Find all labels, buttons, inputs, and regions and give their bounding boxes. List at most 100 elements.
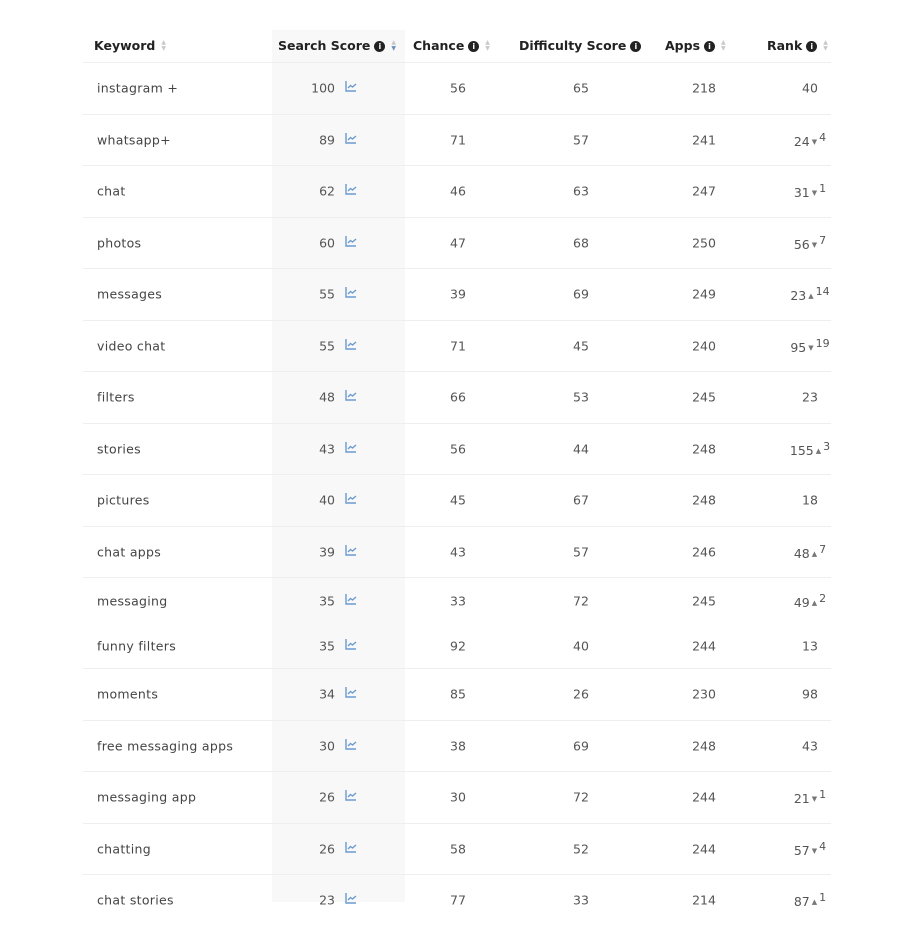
keyword-cell[interactable]: free messaging apps	[97, 738, 233, 753]
keyword-cell[interactable]: video chat	[97, 338, 165, 353]
line-chart-icon[interactable]	[345, 738, 357, 753]
sort-icon[interactable]: ▲ ▼	[391, 40, 396, 52]
chance-cell: 30	[450, 789, 466, 805]
keyword-cell[interactable]: messaging app	[97, 790, 196, 805]
line-chart-icon[interactable]	[345, 338, 357, 353]
rank-down-icon: ▼	[811, 240, 818, 249]
search-score-cell: 62	[319, 183, 335, 199]
chance-cell: 33	[450, 593, 466, 608]
line-chart-icon[interactable]	[345, 81, 357, 95]
keyword-cell[interactable]: chat	[97, 184, 126, 199]
header-difficulty-score[interactable]: Difficulty Score i	[519, 30, 642, 62]
line-chart-icon[interactable]	[345, 841, 357, 856]
sort-icon[interactable]: ▲ ▼	[721, 40, 726, 52]
table-row[interactable]: free messaging apps 30 38 69 248 43	[83, 719, 831, 772]
line-chart-icon[interactable]	[345, 441, 357, 456]
keyword-cell[interactable]: photos	[97, 235, 141, 250]
line-chart-icon[interactable]	[345, 687, 357, 701]
rank-value: 87	[793, 894, 810, 910]
search-score-cell: 34	[319, 686, 335, 702]
chance-cell: 38	[450, 738, 466, 754]
table-row[interactable]: chat apps 39 43 57 246 48 ▲ 7	[83, 525, 831, 578]
table-row[interactable]: chat 62 46 63 247 31 ▼ 1	[83, 165, 831, 217]
search-score-cell: 60	[319, 235, 335, 251]
header-chance[interactable]: Chance i ▲ ▼	[413, 30, 490, 62]
table-row[interactable]: photos 60 47 68 250 56 ▼ 7	[83, 216, 831, 269]
keyword-cell[interactable]: chat apps	[97, 544, 161, 559]
keyword-cell[interactable]: filters	[97, 390, 135, 405]
info-icon[interactable]: i	[806, 40, 818, 52]
table-row[interactable]: chatting 26 58 52 244 57 ▼ 4	[83, 822, 831, 875]
chance-cell: 85	[450, 686, 466, 702]
rank-value: 24	[793, 133, 810, 149]
chance-cell: 92	[450, 638, 466, 653]
chance-cell: 56	[450, 441, 466, 457]
rank-value: 31	[793, 185, 810, 201]
line-chart-icon[interactable]	[345, 132, 357, 147]
rank-value: 18	[802, 492, 818, 508]
apps-cell: 248	[692, 738, 716, 754]
line-chart-icon[interactable]	[345, 893, 357, 907]
chance-cell: 58	[450, 841, 466, 857]
table-row[interactable]: pictures 40 45 67 248 18	[83, 474, 831, 526]
rank-cell: 57 ▼ 4	[780, 840, 840, 858]
table-row[interactable]: filters 48 66 53 245 23	[83, 371, 831, 423]
rank-cell: 18	[780, 493, 840, 508]
keyword-cell[interactable]: pictures	[97, 493, 150, 508]
keyword-cell[interactable]: whatsapp+	[97, 132, 171, 147]
line-chart-icon[interactable]	[345, 790, 357, 804]
table-row[interactable]: whatsapp+ 89 71 57 241 24 ▼ 4	[83, 113, 831, 166]
header-apps[interactable]: Apps i ▲ ▼	[665, 30, 726, 62]
table-row[interactable]: video chat 55 71 45 240 95 ▼ 19	[83, 319, 831, 372]
line-chart-icon[interactable]	[345, 287, 357, 301]
keyword-cell[interactable]: instagram +	[97, 81, 178, 96]
rank-up-icon: ▲	[811, 898, 818, 907]
keyword-cell[interactable]: chat stories	[97, 893, 174, 908]
keyword-cell[interactable]: stories	[97, 441, 141, 456]
header-rank[interactable]: Rank i ▲ ▼	[767, 30, 828, 62]
line-chart-icon[interactable]	[345, 493, 357, 507]
line-chart-icon[interactable]	[345, 390, 357, 404]
info-icon[interactable]: i	[704, 40, 716, 52]
table-row[interactable]: moments 34 85 26 230 98	[83, 668, 831, 720]
search-score-cell: 26	[319, 789, 335, 805]
table-row[interactable]: messaging app 26 30 72 244 21 ▼ 1	[83, 771, 831, 823]
sort-icon[interactable]: ▲ ▼	[485, 40, 490, 52]
header-search-score[interactable]: Search Score i ▲ ▼	[278, 30, 396, 62]
line-chart-icon[interactable]	[345, 593, 357, 608]
line-chart-icon[interactable]	[345, 235, 357, 250]
line-chart-icon[interactable]	[345, 184, 357, 198]
table-row[interactable]: instagram + 100 56 65 218 40	[83, 62, 831, 114]
keyword-cell[interactable]: moments	[97, 687, 158, 702]
chance-cell: 71	[450, 338, 466, 354]
rank-down-icon: ▼	[811, 189, 818, 198]
keyword-cell[interactable]: messaging	[97, 593, 168, 608]
rank-value: 98	[802, 686, 818, 702]
header-keyword[interactable]: Keyword ▲ ▼	[94, 30, 166, 62]
search-score-cell: 30	[319, 738, 335, 754]
difficulty-cell: 68	[573, 235, 589, 251]
table-row[interactable]: stories 43 56 44 248 155 ▲ 3	[83, 422, 831, 475]
difficulty-cell: 63	[573, 183, 589, 199]
keyword-cell[interactable]: chatting	[97, 841, 151, 856]
line-chart-icon[interactable]	[345, 638, 357, 653]
keyword-cell[interactable]: funny filters	[97, 638, 176, 653]
table-row[interactable]: messages 55 39 69 249 23 ▲ 14	[83, 268, 831, 320]
table-row[interactable]: messaging 35 33 72 245 49 ▲ 2	[83, 577, 831, 623]
table-row[interactable]: chat stories 23 77 33 214 87 ▲ 1	[83, 874, 831, 926]
header-label: Chance	[413, 38, 465, 53]
sort-icon[interactable]: ▲ ▼	[161, 40, 166, 52]
difficulty-cell: 57	[573, 544, 589, 560]
rank-down-icon: ▼	[811, 846, 818, 855]
sort-icon[interactable]: ▲ ▼	[823, 40, 828, 52]
search-score-cell: 39	[319, 544, 335, 560]
rank-value: 155	[789, 442, 814, 458]
info-icon[interactable]: i	[630, 40, 642, 52]
info-icon[interactable]: i	[374, 40, 386, 52]
rank-up-icon: ▲	[815, 446, 822, 455]
info-icon[interactable]: i	[468, 40, 480, 52]
difficulty-cell: 69	[573, 738, 589, 754]
line-chart-icon[interactable]	[345, 544, 357, 559]
keyword-cell[interactable]: messages	[97, 287, 162, 302]
table-row[interactable]: funny filters 35 92 40 244 13	[83, 623, 831, 668]
